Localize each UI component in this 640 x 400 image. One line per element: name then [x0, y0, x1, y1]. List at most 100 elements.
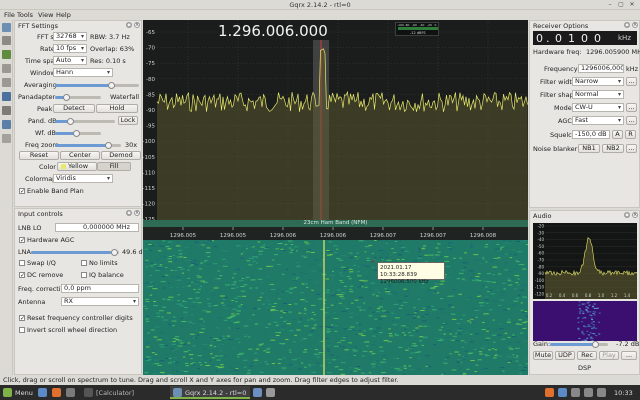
fft-size-select[interactable]: 32768 [53, 32, 87, 41]
reset-digits-checkbox[interactable]: ✓ [19, 315, 25, 322]
waterfall-display[interactable]: ▲ 2021.01.17 10:33:28.839 1296006.500 kH… [143, 240, 528, 375]
load-icon[interactable] [2, 64, 11, 73]
offset-digit[interactable]: 1 [568, 32, 575, 45]
antenna-select[interactable]: RX [61, 297, 139, 306]
nb2-button[interactable]: NB2 [602, 144, 624, 153]
audio-more-button[interactable]: ... [621, 351, 637, 360]
menu-file[interactable]: File [4, 11, 15, 19]
tray-icon[interactable] [558, 388, 567, 397]
mode-more-button[interactable]: ... [626, 103, 637, 112]
play-button[interactable]: Play [599, 351, 619, 360]
mode-select[interactable]: CW-U [572, 103, 624, 112]
agc-more-button[interactable]: ... [626, 116, 637, 125]
update-icon[interactable] [571, 388, 580, 397]
offset-frequency-display[interactable]: 0 . 0 1 0 0 kHz [533, 31, 637, 45]
mute-button[interactable]: Mute [533, 351, 553, 360]
gqrx-task[interactable]: Gqrx 2.14.2 - rtl=0 [170, 386, 250, 399]
filter-width-more-button[interactable]: ... [626, 77, 637, 86]
offset-digit[interactable]: 0 [555, 32, 562, 45]
audio-fft-plot[interactable]: -20-30 -40 -50 -60 -70-80 -90 -100 -110 -120 0.2 0… [533, 223, 637, 341]
iq-balance-checkbox[interactable] [81, 272, 87, 278]
fill-button[interactable]: Fill [97, 162, 131, 171]
offset-digit[interactable]: 0 [581, 32, 588, 45]
app-tray-icon[interactable] [545, 388, 554, 397]
squelch-reset-button[interactable]: R [625, 130, 636, 139]
waterfall-canvas[interactable] [143, 240, 528, 375]
float-icon[interactable]: ◻ [624, 22, 630, 28]
terminal-icon[interactable] [66, 388, 75, 397]
network-icon[interactable] [253, 388, 262, 397]
rate-select[interactable]: 10 fps [53, 44, 87, 53]
spectrum-canvas[interactable]: -65 -70 -75 -80 -85 -90 -95 -100 -105 -110 -115 -12… [143, 20, 528, 220]
audio-gain-slider[interactable] [550, 341, 608, 348]
close-icon[interactable]: × [632, 212, 638, 218]
demod-button[interactable]: Demod [101, 151, 141, 160]
averaging-slider[interactable] [55, 82, 139, 89]
firefox-icon[interactable] [52, 388, 61, 397]
record-button[interactable]: Rec [577, 351, 597, 360]
spectrum-icon[interactable] [2, 50, 11, 59]
swap-iq-checkbox[interactable] [19, 260, 25, 266]
float-icon[interactable]: ◻ [126, 210, 132, 216]
band-plan-checkbox[interactable]: ✓ [19, 188, 25, 195]
reset-button[interactable]: Reset [19, 151, 59, 160]
agc-select[interactable]: Fast [572, 116, 624, 125]
close-icon[interactable]: × [134, 22, 140, 28]
menu-help[interactable]: Help [56, 11, 71, 19]
center-button[interactable]: Center [60, 151, 100, 160]
record-icon[interactable] [2, 92, 11, 101]
dsp-tab[interactable]: DSP [578, 364, 591, 372]
close-icon[interactable]: × [134, 210, 140, 216]
no-limits-checkbox[interactable] [81, 260, 87, 266]
offset-digit[interactable]: 0 [536, 32, 543, 45]
offset-digit[interactable]: 0 [594, 32, 601, 45]
about-icon[interactable] [2, 134, 11, 143]
wifi-icon[interactable] [597, 388, 606, 397]
screenshot-icon[interactable] [266, 388, 275, 397]
color-picker-button[interactable]: Yellow [57, 162, 97, 171]
float-icon[interactable]: ◻ [126, 22, 132, 28]
hardware-agc-checkbox[interactable]: ✓ [19, 237, 25, 244]
menu-tools[interactable]: Tools [17, 11, 33, 19]
dc-remove-checkbox[interactable]: ✓ [19, 272, 25, 279]
peak-hold-button[interactable]: Hold [96, 104, 138, 113]
lnb-lo-input[interactable]: 0,000000 MHz [55, 223, 139, 232]
colormap-select[interactable]: Viridis [53, 174, 113, 183]
close-icon[interactable]: ✕ [628, 1, 636, 9]
nb-more-button[interactable]: ... [626, 144, 637, 153]
invert-scroll-checkbox[interactable] [19, 327, 25, 333]
device-icon[interactable] [2, 36, 11, 45]
peak-detect-button[interactable]: Detect [53, 104, 95, 113]
wf-db-slider[interactable] [55, 130, 101, 137]
freq-zoom-slider[interactable] [55, 142, 121, 149]
volume-icon[interactable] [584, 388, 593, 397]
filter-width-select[interactable]: Narrow [572, 77, 624, 86]
menu-icon[interactable] [3, 388, 12, 397]
freq-correction-input[interactable]: 0,0 ppm [61, 284, 139, 293]
pan-waterfall-slider[interactable] [55, 94, 101, 101]
nb1-button[interactable]: NB1 [578, 144, 600, 153]
frequency-input[interactable]: 1296006,000 [578, 64, 624, 73]
menu-view[interactable]: View [38, 11, 53, 19]
lna-slider[interactable] [31, 249, 119, 256]
float-icon[interactable]: ◻ [624, 212, 630, 218]
save-icon[interactable] [2, 78, 11, 87]
maximize-icon[interactable]: ▢ [617, 1, 625, 9]
filter-shape-select[interactable]: Normal [572, 90, 624, 99]
frequency-axis[interactable]: 23cm Ham Band (NFM) 1296.005 1296.005 1296… [143, 220, 528, 240]
squelch-input[interactable]: -150,0 dB [572, 130, 610, 139]
menu-button[interactable]: Menu [15, 389, 33, 397]
power-icon[interactable] [2, 23, 11, 32]
squelch-auto-button[interactable]: A [612, 130, 623, 139]
lock-button[interactable]: Lock [118, 116, 138, 125]
window-select[interactable]: Hann [53, 68, 113, 77]
pand-db-slider[interactable] [55, 118, 115, 125]
udp-button[interactable]: UDP [555, 351, 575, 360]
close-icon[interactable]: × [632, 22, 638, 28]
remote-icon[interactable] [2, 120, 11, 129]
calculator-task[interactable]: [Calculator] [96, 389, 134, 397]
minimize-icon[interactable]: – [606, 1, 614, 9]
spectrum-plot[interactable]: -65 -70 -75 -80 -85 -90 -95 -100 -105 -110 -115 -12… [143, 20, 528, 220]
files-icon[interactable] [38, 388, 47, 397]
timespan-select[interactable]: Auto [53, 56, 87, 65]
